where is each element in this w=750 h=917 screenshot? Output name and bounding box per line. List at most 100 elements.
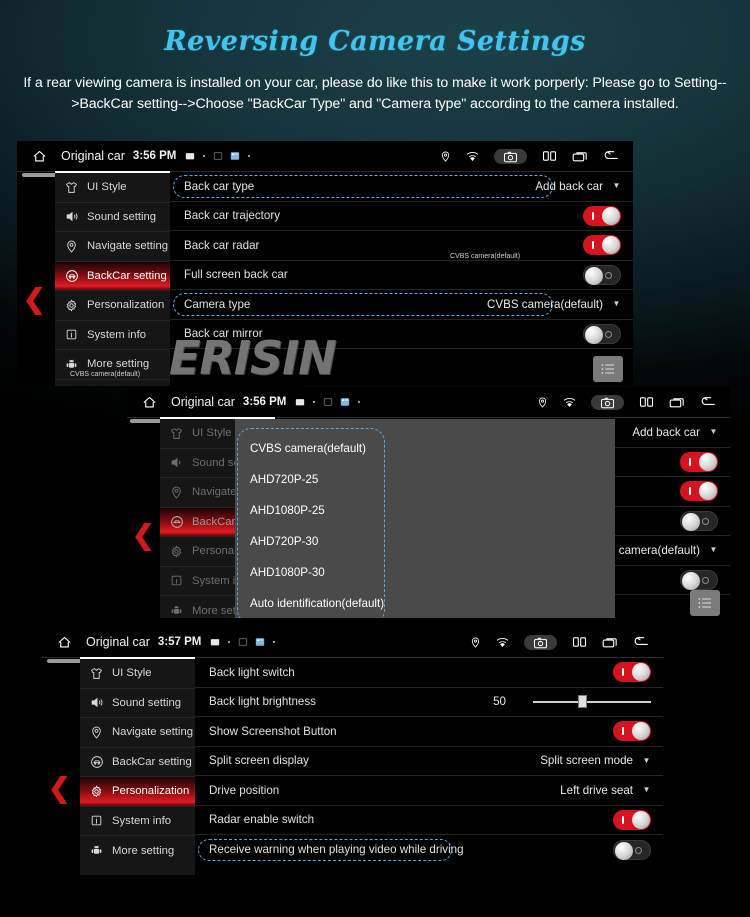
dropdown-option[interactable]: Auto identification(default): [238, 588, 384, 618]
row-control[interactable]: Left drive seat ▼: [560, 784, 651, 797]
toggle-switch[interactable]: [583, 264, 621, 285]
sidebar-item-label: UI Style: [87, 181, 127, 194]
row-control[interactable]: [583, 235, 621, 256]
brightness-slider[interactable]: [533, 695, 651, 709]
list-view-button[interactable]: [593, 356, 623, 382]
sidebar-item-more-setting[interactable]: More setting: [80, 836, 195, 866]
row-control[interactable]: Split screen mode ▼: [540, 754, 651, 767]
sidebar-item-sound-setting[interactable]: Sound setting: [55, 203, 170, 232]
row-control[interactable]: [583, 205, 621, 226]
row-drive-position[interactable]: Drive position Left drive seat ▼: [195, 776, 663, 806]
row-control[interactable]: [680, 569, 718, 590]
row-back-car-mirror[interactable]: Back car mirror: [170, 320, 633, 349]
sidebar-item-backcar-setting[interactable]: BackCar setting: [55, 261, 170, 291]
collapse-chevron-icon[interactable]: ❮: [132, 522, 155, 549]
row-control[interactable]: [613, 839, 651, 860]
collapse-chevron-icon[interactable]: ❮: [48, 775, 71, 802]
sidebar-item-system-info[interactable]: System info: [55, 321, 170, 350]
wifi-icon[interactable]: [563, 397, 576, 408]
row-control[interactable]: [613, 809, 651, 830]
slider-thumb[interactable]: [577, 695, 587, 709]
row-split-screen-display[interactable]: Split screen display Split screen mode ▼: [195, 747, 663, 776]
row-back-car-type[interactable]: Back car type Add back car ▼: [170, 172, 633, 202]
collapse-chevron-icon[interactable]: ❮: [23, 286, 46, 313]
row-receive-warning-video-driving[interactable]: Receive warning when playing video while…: [195, 835, 663, 865]
home-icon[interactable]: [127, 395, 171, 410]
toggle-switch[interactable]: [680, 569, 718, 590]
row-control[interactable]: 50: [493, 695, 651, 709]
toggle-switch[interactable]: [680, 510, 718, 531]
dropdown-option[interactable]: AHD1080P-25: [238, 495, 384, 526]
row-control[interactable]: [583, 323, 621, 344]
sidebar-item-ui-style[interactable]: UI Style: [55, 173, 170, 203]
row-control[interactable]: [680, 510, 718, 531]
list-view-button[interactable]: [690, 590, 720, 616]
row-back-light-switch[interactable]: Back light switch: [195, 658, 663, 688]
dropdown-option[interactable]: AHD720P-25: [238, 464, 384, 495]
sidebar-item-ui-style[interactable]: UI Style: [80, 659, 195, 689]
location-icon[interactable]: [537, 396, 548, 409]
chevron-down-icon[interactable]: ▼: [612, 182, 621, 190]
toggle-switch[interactable]: [583, 205, 621, 226]
row-control[interactable]: [613, 662, 651, 683]
home-icon[interactable]: [42, 635, 86, 650]
row-full-screen-back-car[interactable]: Full screen back car CVBS camera(default…: [170, 253, 633, 290]
row-radar-enable-switch[interactable]: Radar enable switch: [195, 806, 663, 835]
row-control[interactable]: [583, 264, 621, 285]
home-icon[interactable]: [17, 149, 61, 164]
row-control[interactable]: [613, 721, 651, 742]
split-screen-icon[interactable]: [572, 636, 587, 648]
toggle-switch[interactable]: [680, 481, 718, 502]
sidebar-item-personalization[interactable]: Personalization: [55, 291, 170, 321]
row-show-screenshot-button[interactable]: Show Screenshot Button: [195, 717, 663, 747]
sidebar-item-navigate-setting[interactable]: Navigate setting: [55, 232, 170, 262]
recents-icon[interactable]: [602, 636, 618, 649]
row-control[interactable]: CVBS camera(default) ▼: [487, 298, 621, 311]
back-icon[interactable]: [603, 150, 619, 162]
row-label: Camera type: [184, 297, 251, 311]
location-icon[interactable]: [470, 636, 481, 649]
sidebar-item-backcar-setting[interactable]: BackCar setting: [80, 748, 195, 777]
chevron-down-icon[interactable]: ▼: [709, 428, 718, 436]
screenshot-icon[interactable]: [494, 148, 527, 164]
sidebar-item-system-info[interactable]: System info: [80, 807, 195, 836]
camera-type-dropdown[interactable]: CVBS camera(default) AHD720P-25 AHD1080P…: [237, 428, 385, 618]
dropdown-option[interactable]: AHD720P-30: [238, 526, 384, 557]
sidebar-item-personalization[interactable]: Personalization: [80, 777, 195, 807]
sidebar-item-sound-setting[interactable]: Sound setting: [80, 689, 195, 718]
row-control[interactable]: [680, 451, 718, 472]
row-control[interactable]: Add back car ▼: [632, 426, 718, 439]
chevron-down-icon[interactable]: ▼: [642, 756, 651, 765]
row-control[interactable]: [680, 481, 718, 502]
dropdown-option[interactable]: AHD1080P-30: [238, 557, 384, 588]
chevron-down-icon[interactable]: ▼: [612, 300, 621, 308]
screenshot-icon[interactable]: [524, 634, 557, 650]
toggle-switch[interactable]: [613, 839, 651, 860]
split-screen-icon[interactable]: [639, 396, 654, 408]
row-label: Back car type: [184, 179, 255, 193]
toggle-switch[interactable]: [613, 809, 651, 830]
back-icon[interactable]: [633, 636, 649, 648]
row-back-light-brightness[interactable]: Back light brightness 50: [195, 688, 663, 717]
sidebar-item-navigate-setting[interactable]: Navigate setting: [80, 718, 195, 748]
back-icon[interactable]: [700, 396, 716, 408]
toggle-switch[interactable]: [583, 235, 621, 256]
row-camera-type[interactable]: Camera type CVBS camera(default) ▼: [170, 290, 633, 320]
row-back-car-radar[interactable]: Back car radar: [170, 231, 633, 261]
split-screen-icon[interactable]: [542, 150, 557, 162]
toggle-switch[interactable]: [680, 451, 718, 472]
chevron-down-icon[interactable]: ▼: [642, 786, 651, 794]
toggle-switch[interactable]: [613, 721, 651, 742]
dropdown-option[interactable]: CVBS camera(default): [238, 433, 384, 464]
wifi-icon[interactable]: [496, 637, 509, 648]
recents-icon[interactable]: [572, 150, 588, 163]
screenshot-icon[interactable]: [591, 394, 624, 410]
chevron-down-icon[interactable]: ▼: [709, 546, 718, 554]
toggle-switch[interactable]: [583, 323, 621, 344]
recents-icon[interactable]: [669, 396, 685, 409]
toggle-switch[interactable]: [613, 662, 651, 683]
wifi-icon[interactable]: [466, 151, 479, 162]
row-control[interactable]: Add back car ▼: [535, 180, 621, 193]
location-icon[interactable]: [440, 150, 451, 163]
row-back-car-trajectory[interactable]: Back car trajectory: [170, 202, 633, 231]
